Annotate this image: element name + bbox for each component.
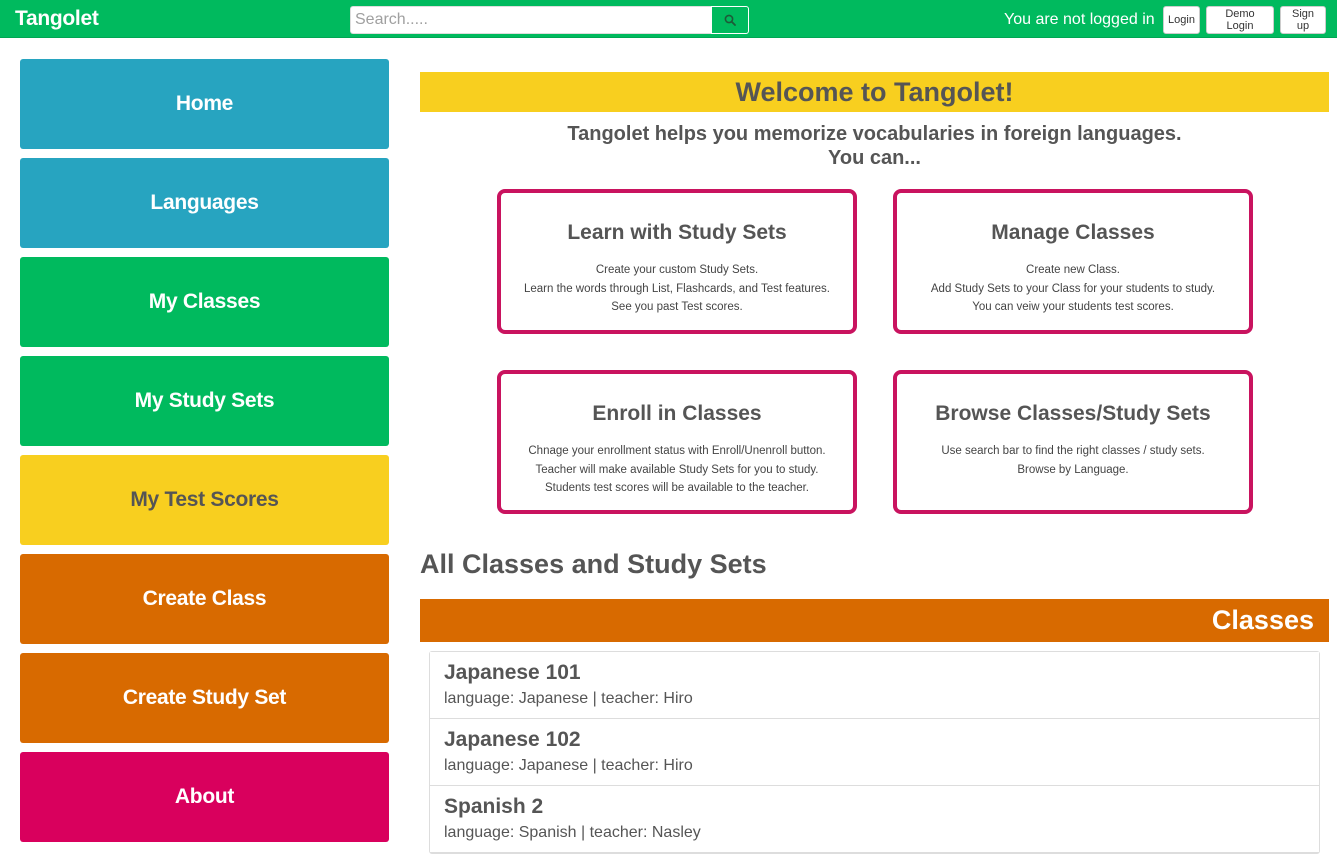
sidebar-item-create-class[interactable]: Create Class	[20, 554, 389, 644]
list-item[interactable]: Japanese 101 language: Japanese | teache…	[430, 652, 1319, 719]
brand-logo[interactable]: Tangolet	[15, 7, 99, 31]
feature-description: Use search bar to find the right classes…	[897, 442, 1249, 479]
feature-card-study-sets: Learn with Study Sets Create your custom…	[497, 189, 857, 334]
feature-line: Browse by Language.	[1017, 463, 1129, 476]
demo-login-button[interactable]: Demo Login	[1206, 6, 1274, 34]
feature-title: Browse Classes/Study Sets	[935, 402, 1211, 425]
feature-line: Teacher will make available Study Sets f…	[535, 463, 819, 476]
feature-line: Use search bar to find the right classes…	[941, 445, 1205, 457]
class-name[interactable]: Japanese 102	[444, 728, 1305, 752]
feature-line: Learn the words through List, Flashcards…	[524, 282, 830, 295]
classes-header: Classes	[420, 599, 1329, 642]
sidebar-item-my-test-scores[interactable]: My Test Scores	[20, 455, 389, 545]
feature-line: Add Study Sets to your Class for your st…	[930, 282, 1216, 295]
search-input[interactable]	[350, 6, 711, 34]
class-meta: language: Japanese | teacher: Hiro	[444, 757, 693, 774]
feature-line: Chnage your enrollment status with Enrol…	[528, 445, 826, 457]
sidebar-item-create-study-set[interactable]: Create Study Set	[20, 653, 389, 743]
sidebar-item-my-classes[interactable]: My Classes	[20, 257, 389, 347]
intro-text: Tangolet helps you memorize vocabularies…	[420, 122, 1329, 170]
feature-line: Create your custom Study Sets.	[595, 264, 759, 276]
feature-title: Manage Classes	[991, 221, 1155, 244]
intro-line-2: You can...	[828, 147, 921, 169]
feature-description: Create your custom Study Sets. Learn the…	[501, 261, 853, 317]
login-button[interactable]: Login	[1163, 6, 1200, 34]
class-list: Japanese 101 language: Japanese | teache…	[429, 651, 1320, 854]
search-form	[350, 6, 749, 34]
list-item[interactable]: Spanish 2 language: Spanish | teacher: N…	[430, 786, 1319, 853]
sidebar-item-about[interactable]: About	[20, 752, 389, 842]
feature-description: Chnage your enrollment status with Enrol…	[501, 442, 853, 498]
feature-line: See you past Test scores.	[611, 301, 743, 313]
feature-card-enroll: Enroll in Classes Chnage your enrollment…	[497, 370, 857, 514]
search-button[interactable]	[711, 6, 749, 34]
welcome-banner: Welcome to Tangolet!	[420, 72, 1329, 112]
search-icon	[724, 14, 736, 26]
sidebar-item-languages[interactable]: Languages	[20, 158, 389, 248]
feature-description: Create new Class. Add Study Sets to your…	[897, 261, 1249, 317]
feature-title: Enroll in Classes	[592, 402, 762, 425]
list-item[interactable]: Japanese 102 language: Japanese | teache…	[430, 719, 1319, 786]
feature-title: Learn with Study Sets	[567, 221, 787, 244]
sidebar-item-home[interactable]: Home	[20, 59, 389, 149]
sidebar-item-my-study-sets[interactable]: My Study Sets	[20, 356, 389, 446]
login-status: You are not logged in	[1004, 11, 1155, 28]
class-meta: language: Japanese | teacher: Hiro	[444, 690, 693, 707]
feature-line: You can veiw your students test scores.	[972, 301, 1174, 313]
intro-line-1: Tangolet helps you memorize vocabularies…	[567, 123, 1182, 145]
class-meta: language: Spanish | teacher: Nasley	[444, 824, 701, 841]
class-name[interactable]: Japanese 101	[444, 661, 1305, 685]
class-name[interactable]: Spanish 2	[444, 795, 1305, 819]
feature-card-manage-classes: Manage Classes Create new Class. Add Stu…	[893, 189, 1253, 334]
top-navbar: Tangolet You are not logged in Login Dem…	[0, 0, 1337, 38]
signup-button[interactable]: Sign up	[1280, 6, 1326, 34]
feature-card-browse: Browse Classes/Study Sets Use search bar…	[893, 370, 1253, 514]
feature-line: Students test scores will be available t…	[544, 482, 809, 494]
feature-line: Create new Class.	[1026, 264, 1120, 276]
section-title: All Classes and Study Sets	[420, 549, 767, 579]
